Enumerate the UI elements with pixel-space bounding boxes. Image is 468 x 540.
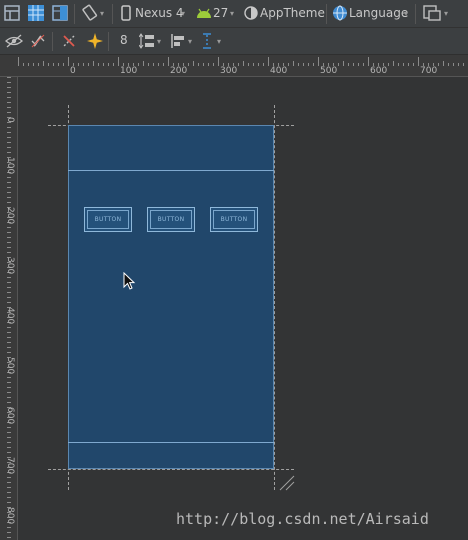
ruler-label: 200 bbox=[170, 66, 188, 76]
ruler-label: 100 bbox=[5, 157, 15, 175]
ruler-label: 200 bbox=[5, 207, 15, 225]
globe-icon bbox=[333, 5, 347, 21]
navigation-bar-line bbox=[68, 442, 274, 443]
button-label: BUTTON bbox=[150, 210, 192, 229]
orientation-icon[interactable] bbox=[81, 4, 99, 22]
android-icon bbox=[197, 8, 211, 18]
blueprint-view-icon[interactable] bbox=[28, 5, 44, 21]
button-3[interactable]: BUTTON bbox=[210, 207, 258, 232]
ruler-label: 400 bbox=[5, 307, 15, 325]
watermark-text: http://blog.csdn.net/Airsaid bbox=[176, 510, 429, 528]
mouse-cursor-icon bbox=[123, 272, 136, 290]
status-bar-line bbox=[68, 170, 274, 171]
autoconnect-icon[interactable] bbox=[30, 33, 46, 49]
chevron-down-icon: ▾ bbox=[217, 37, 222, 46]
ruler-label: 700 bbox=[5, 457, 15, 475]
theme-icon bbox=[244, 6, 258, 20]
ruler-label: 500 bbox=[5, 357, 15, 375]
device-bound-right bbox=[274, 105, 275, 490]
ruler-label: 300 bbox=[220, 66, 238, 76]
api-level-selector[interactable]: 27 bbox=[213, 6, 228, 20]
toolbar-divider bbox=[112, 4, 113, 24]
visibility-icon[interactable] bbox=[5, 34, 23, 48]
infer-constraints-icon[interactable] bbox=[86, 32, 104, 50]
chevron-down-icon: ▾ bbox=[230, 9, 235, 18]
clear-constraints-icon[interactable] bbox=[61, 33, 77, 49]
ruler-label: 500 bbox=[320, 66, 338, 76]
default-margin-value[interactable]: 8 bbox=[120, 33, 128, 47]
editor-toolbar: ▾ Nexus 4 ▾ 27 ▾ AppTheme Language ▾ ▾ bbox=[0, 0, 468, 28]
ruler-label: 800 bbox=[5, 507, 15, 525]
language-selector[interactable]: Language bbox=[349, 6, 408, 20]
ruler-label: 600 bbox=[5, 407, 15, 425]
design-and-blueprint-icon[interactable] bbox=[52, 5, 68, 21]
constraint-toolbar: 8 ▾ ▾ ▾ bbox=[0, 28, 468, 55]
chevron-down-icon: ▾ bbox=[188, 37, 193, 46]
toolbar-divider bbox=[326, 4, 327, 24]
toolbar-divider bbox=[415, 4, 416, 24]
horizontal-ruler: 0 100 200 300 400 500 600 700 bbox=[0, 55, 468, 77]
blueprint-screen[interactable] bbox=[68, 125, 274, 469]
chevron-down-icon: ▾ bbox=[444, 9, 449, 18]
theme-selector[interactable]: AppTheme bbox=[260, 6, 325, 20]
chevron-down-icon: ▾ bbox=[404, 9, 409, 18]
ruler-label: 0 bbox=[70, 66, 76, 76]
ruler-label: 100 bbox=[120, 66, 138, 76]
guidelines-icon[interactable] bbox=[201, 32, 213, 50]
ruler-label: 300 bbox=[5, 257, 15, 275]
device-phone-icon bbox=[121, 5, 131, 21]
device-selector[interactable]: Nexus 4 bbox=[135, 6, 184, 20]
pack-icon[interactable] bbox=[139, 33, 155, 49]
ruler-label: 0 bbox=[5, 117, 15, 123]
ruler-label: 600 bbox=[370, 66, 388, 76]
ruler-label: 400 bbox=[270, 66, 288, 76]
layout-variants-icon[interactable] bbox=[423, 5, 441, 21]
design-view-icon[interactable] bbox=[4, 5, 20, 21]
ruler-label: 700 bbox=[420, 66, 438, 76]
button-2[interactable]: BUTTON bbox=[147, 207, 195, 232]
chevron-down-icon: ▾ bbox=[181, 9, 186, 18]
toolbar-divider bbox=[74, 4, 75, 24]
button-label: BUTTON bbox=[87, 210, 129, 229]
resize-handle-icon[interactable] bbox=[278, 474, 296, 492]
device-bound-bottom bbox=[48, 469, 294, 470]
toolbar-divider bbox=[52, 32, 53, 51]
button-label: BUTTON bbox=[213, 210, 255, 229]
chevron-down-icon: ▾ bbox=[100, 9, 105, 18]
toolbar-divider bbox=[108, 32, 109, 51]
align-icon[interactable] bbox=[170, 33, 186, 49]
chevron-down-icon: ▾ bbox=[157, 37, 162, 46]
button-1[interactable]: BUTTON bbox=[84, 207, 132, 232]
vertical-ruler: 0 100 200 300 400 500 600 700 800 bbox=[0, 77, 18, 540]
